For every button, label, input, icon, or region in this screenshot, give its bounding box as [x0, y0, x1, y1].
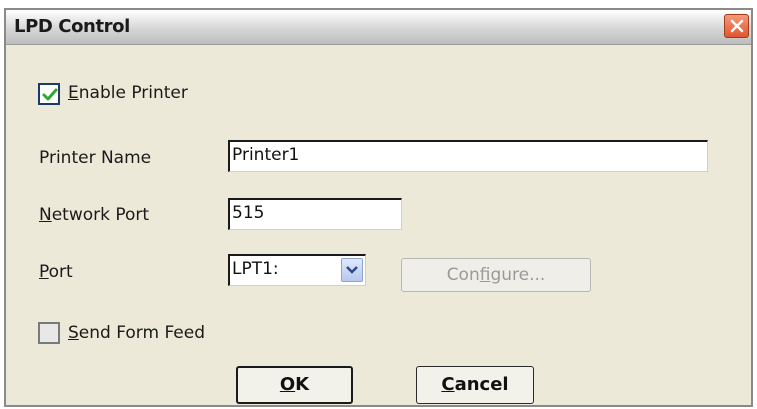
- configure-button[interactable]: Configure...: [401, 258, 591, 292]
- ok-label-rest: K: [295, 374, 310, 395]
- configure-label-prefix: Con: [446, 265, 480, 285]
- ok-button[interactable]: OK: [236, 366, 353, 404]
- cancel-button[interactable]: Cancel: [416, 366, 534, 404]
- send-form-feed-label[interactable]: Send Form Feed: [68, 323, 205, 343]
- enable-printer-label[interactable]: Enable Printer: [68, 83, 188, 103]
- port-label-text: ort: [48, 262, 73, 282]
- port-label: Port: [39, 262, 73, 282]
- configure-label-rest: igure...: [490, 265, 546, 285]
- cancel-mnemonic: C: [441, 374, 455, 395]
- port-mnemonic: P: [39, 262, 49, 282]
- cancel-label-rest: ancel: [454, 374, 509, 395]
- close-icon: [730, 19, 744, 33]
- send-form-feed-mnemonic: S: [68, 323, 79, 343]
- checkmark-icon: [42, 88, 58, 101]
- network-port-label: Network Port: [39, 205, 149, 225]
- lpd-control-dialog: LPD Control Enable Printer Printer Name …: [4, 8, 753, 407]
- title-bar[interactable]: LPD Control: [6, 10, 751, 45]
- network-port-mnemonic: N: [39, 205, 52, 225]
- chevron-down-icon: [346, 266, 358, 274]
- send-form-feed-label-text: end Form Feed: [78, 323, 206, 343]
- enable-printer-mnemonic: E: [68, 83, 79, 103]
- network-port-input[interactable]: 515: [228, 198, 402, 230]
- enable-printer-label-text: nable Printer: [78, 83, 188, 103]
- printer-name-label: Printer Name: [39, 148, 152, 168]
- configure-mnemonic: f: [479, 265, 491, 285]
- network-port-label-text: etwork Port: [51, 205, 150, 225]
- port-dropdown-button[interactable]: [341, 258, 363, 282]
- window-title: LPD Control: [14, 16, 130, 37]
- send-form-feed-checkbox[interactable]: [38, 322, 60, 344]
- enable-printer-checkbox[interactable]: [38, 83, 60, 105]
- close-button[interactable]: [724, 14, 749, 38]
- port-select-value: LPT1:: [232, 259, 279, 279]
- printer-name-input[interactable]: Printer1: [228, 140, 708, 172]
- port-select[interactable]: LPT1:: [228, 254, 366, 286]
- ok-mnemonic: O: [279, 374, 296, 395]
